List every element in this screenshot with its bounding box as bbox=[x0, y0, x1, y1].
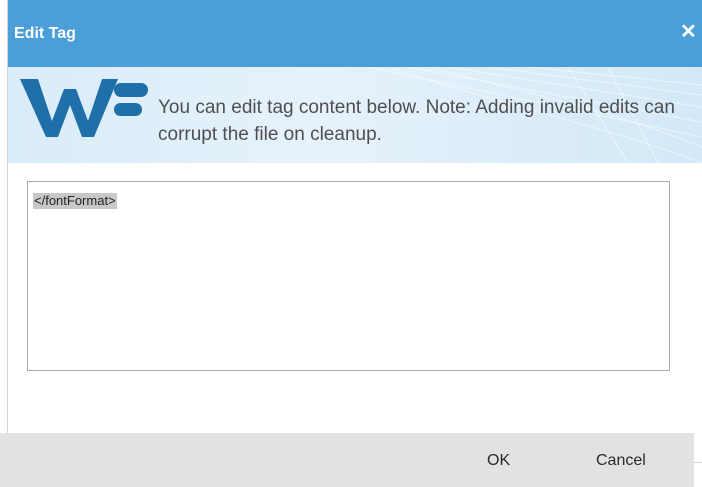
dialog-title: Edit Tag bbox=[14, 25, 76, 42]
info-banner: You can edit tag content below. Note: Ad… bbox=[8, 67, 702, 163]
cancel-button[interactable]: Cancel bbox=[596, 452, 646, 470]
wf-logo-icon bbox=[20, 79, 148, 137]
edit-tag-dialog: Edit Tag ✕ You can edit tag content belo… bbox=[8, 0, 702, 462]
ok-button[interactable]: OK bbox=[487, 452, 510, 470]
banner-message: You can edit tag content below. Note: Ad… bbox=[158, 97, 675, 145]
dialog-titlebar: Edit Tag ✕ bbox=[8, 0, 702, 67]
tag-content-text[interactable]: </fontFormat> bbox=[33, 193, 117, 209]
close-icon: ✕ bbox=[680, 21, 697, 43]
close-button[interactable]: ✕ bbox=[680, 21, 697, 43]
tag-content-editor[interactable]: </fontFormat> bbox=[27, 181, 670, 371]
dialog-footer bbox=[0, 433, 694, 487]
